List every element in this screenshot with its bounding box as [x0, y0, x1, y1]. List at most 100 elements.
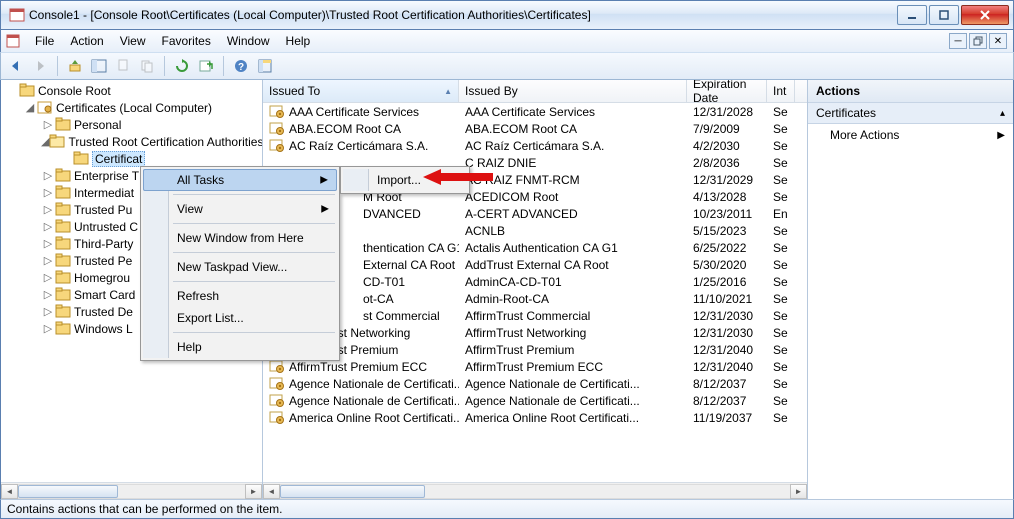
collapse-icon: ▴ [1000, 108, 1005, 119]
table-row[interactable]: DVANCEDA-CERT ADVANCED10/23/2011En [263, 205, 807, 222]
col-expiration[interactable]: Expiration Date [687, 80, 767, 102]
submenu-arrow-icon: ▶ [321, 204, 329, 215]
table-row[interactable]: AffirmTrust NetworkingAffirmTrust Networ… [263, 324, 807, 341]
ctx-item[interactable]: New Window from Here [143, 227, 337, 249]
list-body[interactable]: AAA Certificate ServicesAAA Certificate … [263, 103, 807, 482]
certificate-icon [269, 411, 285, 425]
folder-icon [55, 168, 71, 184]
certificate-icon [269, 139, 285, 153]
table-row[interactable]: Agence Nationale de Certificati...Agence… [263, 375, 807, 392]
table-row[interactable]: st CommercialAffirmTrust Commercial12/31… [263, 307, 807, 324]
folder-icon [55, 219, 71, 235]
maximize-button[interactable] [929, 5, 959, 25]
scroll-left-button[interactable]: ◄ [1, 484, 18, 499]
table-row[interactable]: ABA.ECOM Root CAABA.ECOM Root CA7/9/2009… [263, 120, 807, 137]
ctx-item[interactable]: New Taskpad View... [143, 256, 337, 278]
folder-icon [73, 151, 89, 167]
table-row[interactable]: Agence Nationale de Certificati...Agence… [263, 392, 807, 409]
menu-help[interactable]: Help [278, 32, 319, 50]
actions-pane: Actions Certificates ▴ More Actions ▶ [808, 80, 1013, 499]
window-title: Console1 - [Console Root\Certificates (L… [29, 8, 895, 22]
context-menu: All Tasks▶ View▶ New Window from Here New T… [140, 166, 340, 361]
mdi-restore-button[interactable] [969, 33, 987, 49]
sort-asc-icon: ▲ [444, 87, 452, 96]
cert-store-icon [37, 100, 53, 116]
help-button[interactable]: ? [230, 55, 252, 77]
menu-favorites[interactable]: Favorites [154, 32, 219, 50]
export-list-button[interactable] [195, 55, 217, 77]
status-bar: Contains actions that can be performed o… [0, 499, 1014, 519]
scroll-right-button[interactable]: ► [790, 484, 807, 499]
back-button[interactable] [5, 55, 27, 77]
ctx-item[interactable]: View▶ [143, 198, 337, 220]
menu-action[interactable]: Action [62, 32, 111, 50]
forward-button[interactable] [29, 55, 51, 77]
table-row[interactable]: AffirmTrust PremiumAffirmTrust Premium12… [263, 341, 807, 358]
table-row[interactable]: ot-CAAdmin-Root-CA11/10/2021Se [263, 290, 807, 307]
ctx-item[interactable]: Help [143, 336, 337, 358]
folder-icon [49, 134, 65, 150]
submenu-arrow-icon: ▶ [997, 130, 1005, 141]
cut-button[interactable] [112, 55, 134, 77]
folder-icon [55, 117, 71, 133]
folder-icon [55, 321, 71, 337]
tree-node[interactable]: ▷Personal [41, 116, 262, 133]
folder-icon [55, 185, 71, 201]
ctx-item[interactable]: Refresh [143, 285, 337, 307]
table-row[interactable]: AC Raíz Certicámara S.A.AC Raíz Certicám… [263, 137, 807, 154]
mdi-doc-icon [5, 33, 21, 49]
folder-icon [55, 202, 71, 218]
tree-node[interactable]: ◢Trusted Root Certification Authorities [41, 133, 262, 150]
table-row[interactable]: External CA RootAddTrust External CA Roo… [263, 256, 807, 273]
minimize-button[interactable] [897, 5, 927, 25]
menu-file[interactable]: File [27, 32, 62, 50]
ctx-item[interactable]: Export List... [143, 307, 337, 329]
certificate-icon [269, 105, 285, 119]
certificate-icon [269, 122, 285, 136]
mdi-close-button[interactable]: ✕ [989, 33, 1007, 49]
folder-icon [55, 236, 71, 252]
col-issued-to[interactable]: Issued To ▲ [263, 80, 459, 102]
table-row[interactable]: CD-T01AdminCA-CD-T011/25/2016Se [263, 273, 807, 290]
table-row[interactable]: AAA Certificate ServicesAAA Certificate … [263, 103, 807, 120]
properties-button[interactable] [254, 55, 276, 77]
tree-node-certificates[interactable]: Certificat [59, 150, 262, 167]
tree-node-certificates-root[interactable]: ◢ Certificates (Local Computer) [23, 99, 262, 116]
toolbar: ? [0, 52, 1014, 80]
col-issued-by[interactable]: Issued By [459, 80, 687, 102]
certificate-icon [269, 394, 285, 408]
col-intended[interactable]: Int [767, 80, 795, 102]
list-header: Issued To ▲ Issued By Expiration Date In… [263, 80, 807, 103]
actions-header: Actions [808, 80, 1013, 103]
menu-view[interactable]: View [112, 32, 154, 50]
table-row[interactable]: thentication CA G1Actalis Authentication… [263, 239, 807, 256]
up-button[interactable] [64, 55, 86, 77]
actions-more[interactable]: More Actions ▶ [808, 124, 1013, 146]
table-row[interactable]: ACNLB5/15/2023Se [263, 222, 807, 239]
folder-icon [19, 83, 35, 99]
tree-node-console-root[interactable]: Console Root [5, 82, 262, 99]
folder-icon [55, 270, 71, 286]
folder-icon [55, 287, 71, 303]
scroll-right-button[interactable]: ► [245, 484, 262, 499]
refresh-button[interactable] [171, 55, 193, 77]
close-button[interactable] [961, 5, 1009, 25]
list-pane: Issued To ▲ Issued By Expiration Date In… [263, 80, 808, 499]
folder-icon [55, 253, 71, 269]
mdi-minimize-button[interactable]: ─ [949, 33, 967, 49]
svg-text:?: ? [238, 62, 244, 73]
folder-icon [55, 304, 71, 320]
table-row[interactable]: America Online Root Certificati...Americ… [263, 409, 807, 426]
status-text: Contains actions that can be performed o… [7, 502, 283, 516]
title-bar: Console1 - [Console Root\Certificates (L… [0, 0, 1014, 30]
menu-window[interactable]: Window [219, 32, 278, 50]
scroll-left-button[interactable]: ◄ [263, 484, 280, 499]
actions-section[interactable]: Certificates ▴ [808, 103, 1013, 124]
table-row[interactable]: AffirmTrust Premium ECCAffirmTrust Premi… [263, 358, 807, 375]
copy-button[interactable] [136, 55, 158, 77]
tree-hscrollbar[interactable]: ◄ ► [1, 482, 262, 499]
ctx-item[interactable]: All Tasks▶ [143, 169, 337, 191]
show-hide-tree-button[interactable] [88, 55, 110, 77]
list-hscrollbar[interactable]: ◄ ► [263, 482, 807, 499]
annotation-arrow [423, 168, 493, 186]
